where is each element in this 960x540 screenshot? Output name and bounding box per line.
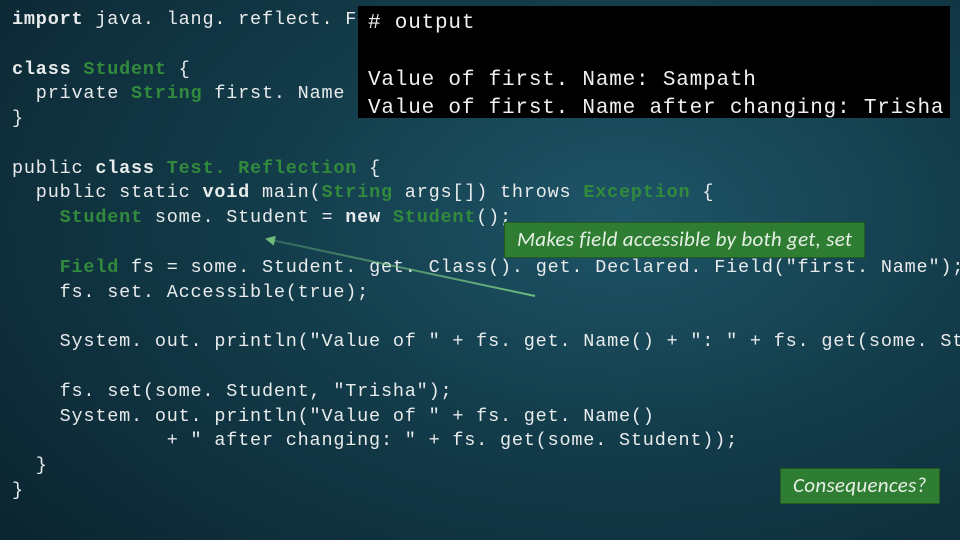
code-text: System. out. println("Value of " + fs. g… (12, 406, 655, 427)
code-text: fs. set. Accessible(true); (12, 282, 369, 303)
class-name: Field (60, 257, 120, 278)
code-text: public static (12, 182, 202, 203)
code-text: System. out. println("Value of " + fs. g… (12, 331, 960, 352)
code-text: { (690, 182, 714, 203)
code-text: some. Student = (143, 207, 345, 228)
class-name: Test. Reflection (155, 158, 357, 179)
output-panel: # output Value of first. Name: Sampath V… (358, 6, 950, 118)
code-text: main( (250, 182, 321, 203)
code-text: public (12, 158, 95, 179)
code-text: { (357, 158, 381, 179)
code-text: + " after changing: " + fs. get(some. St… (12, 430, 738, 451)
keyword: new (345, 207, 381, 228)
keyword: void (202, 182, 250, 203)
code-text: private (12, 83, 131, 104)
code-text (12, 207, 60, 228)
output-line: Value of first. Name after changing: Tri… (368, 97, 944, 120)
keyword: class (95, 158, 155, 179)
class-name: Student (60, 207, 143, 228)
code-text: } (12, 455, 48, 476)
code-text: } (12, 480, 24, 501)
code-text: } (12, 108, 24, 129)
code-text: fs. set(some. Student, "Trisha"); (12, 381, 452, 402)
code-text: fs = some. Student. get. Class(). get. D… (119, 257, 960, 278)
class-name: Exception (583, 182, 690, 203)
callout-accessible: Makes field accessible by both get, set (504, 222, 865, 258)
code-text: { (167, 59, 191, 80)
slide: import java. lang. reflect. Field; class… (0, 0, 960, 540)
class-name: String (131, 83, 202, 104)
output-line: Value of first. Name: Sampath (368, 69, 757, 92)
output-header: # output (368, 12, 475, 35)
class-name: Student (381, 207, 476, 228)
code-text (12, 257, 60, 278)
class-name: String (321, 182, 392, 203)
keyword: class (12, 59, 72, 80)
callout-consequences: Consequences? (780, 468, 940, 504)
code-text: args[]) throws (393, 182, 583, 203)
class-name: Student (72, 59, 167, 80)
keyword: import (12, 9, 83, 30)
